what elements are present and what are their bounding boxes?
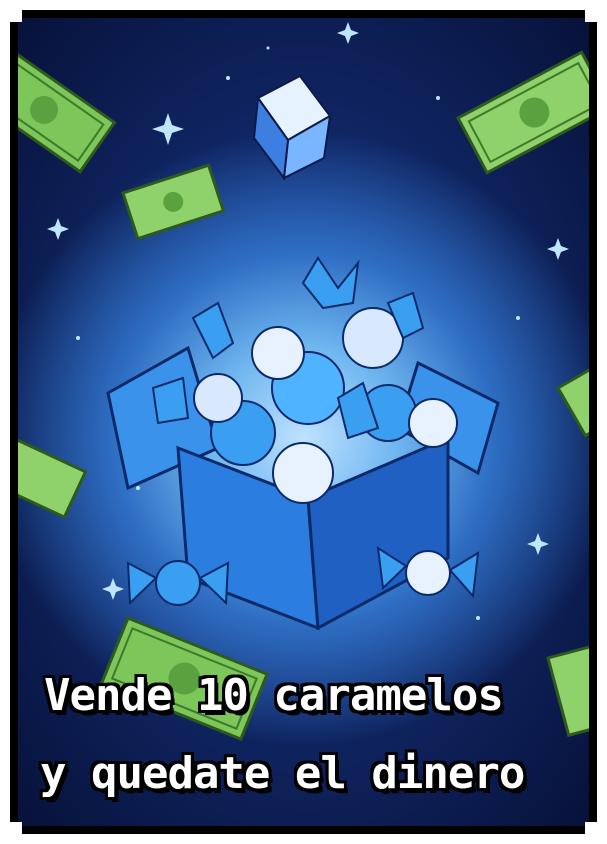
banknote-icon	[558, 353, 589, 436]
caption-line-2: y quedate el dinero	[40, 748, 525, 799]
banknote-icon	[458, 52, 589, 172]
banknote-icon	[18, 438, 86, 517]
banknote-icon	[18, 48, 114, 172]
caption-line-1: Vende 10 caramelos	[44, 670, 503, 721]
banknote-icon	[123, 165, 223, 238]
ice-cube-icon	[254, 76, 330, 178]
card-frame: Vende 10 caramelos y quedate el dinero	[10, 10, 597, 834]
card-artwork: Vende 10 caramelos y quedate el dinero	[18, 18, 589, 826]
